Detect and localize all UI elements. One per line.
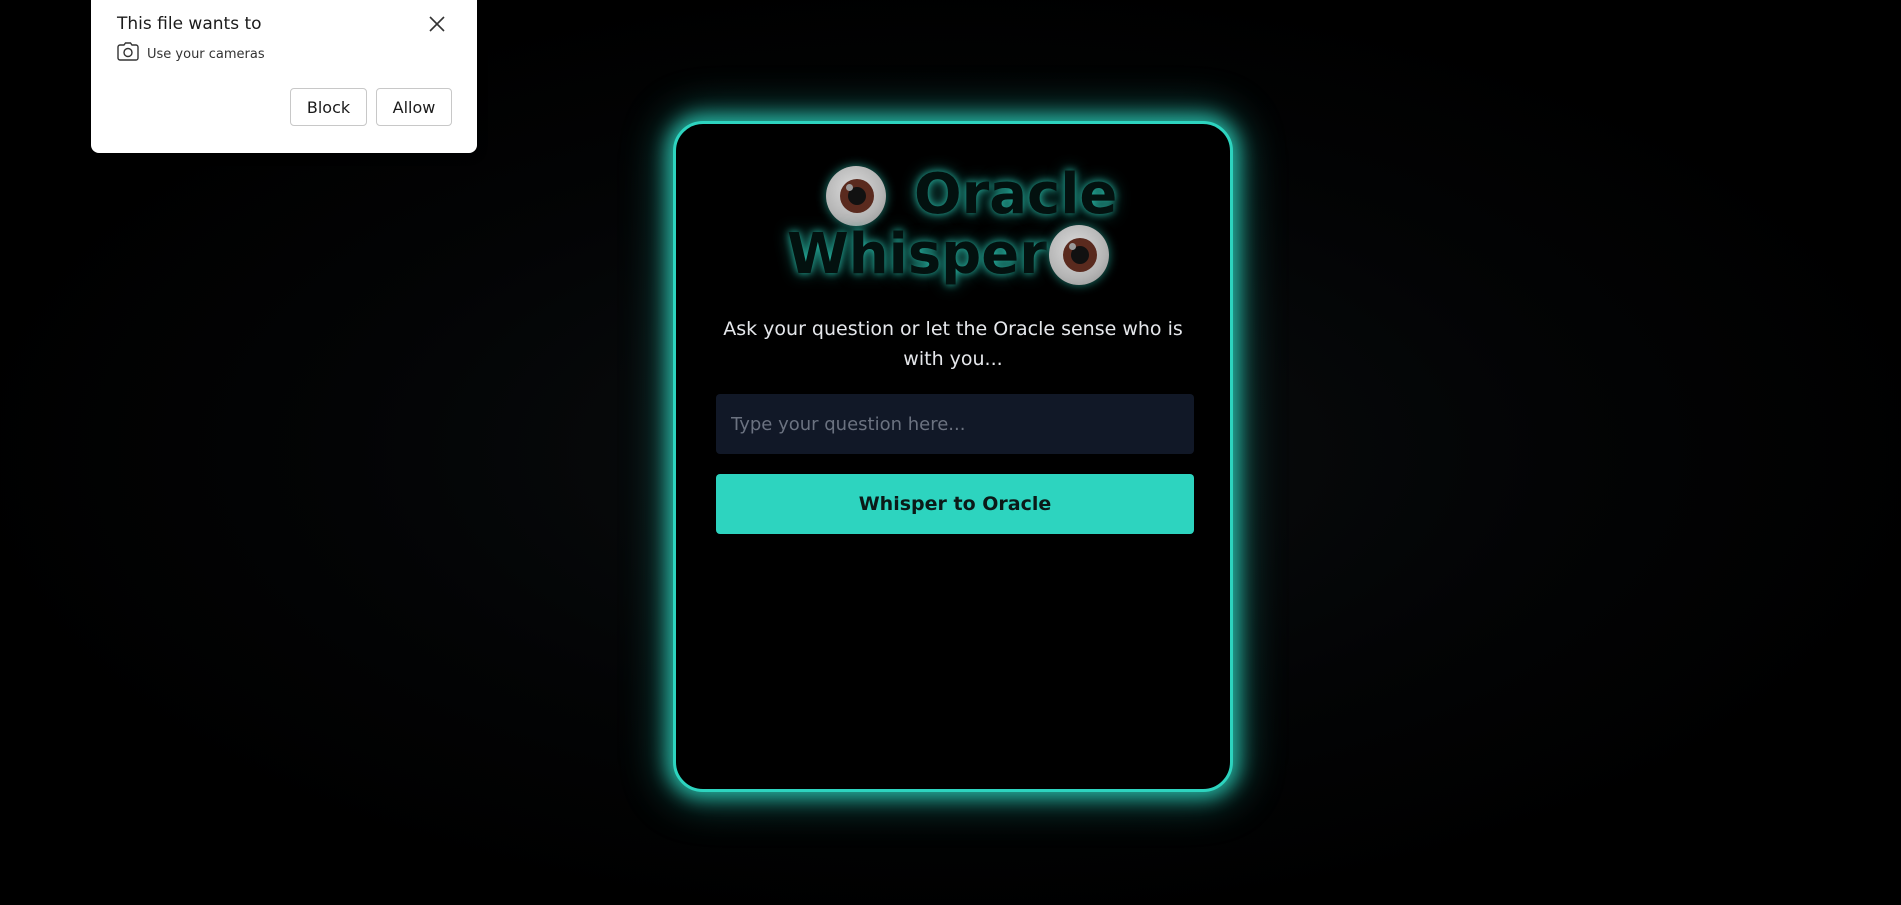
camera-icon <box>117 42 139 66</box>
title-line-whisper: Whisper <box>787 222 1047 287</box>
oracle-subtitle: Ask your question or let the Oracle sens… <box>723 318 1183 370</box>
oracle-card: Oracle Whisper Ask your question or let … <box>673 121 1233 792</box>
title-line-oracle: Oracle <box>914 162 1118 227</box>
block-button[interactable]: Block <box>290 88 367 126</box>
page: This file wants to Use your cameras Bloc… <box>0 0 1901 905</box>
close-icon[interactable] <box>425 12 449 36</box>
eye-icon <box>1049 225 1109 285</box>
permission-item-label: Use your cameras <box>147 46 265 62</box>
question-input[interactable] <box>716 394 1194 454</box>
permission-item-camera: Use your cameras <box>117 42 265 66</box>
permission-popup: This file wants to Use your cameras Bloc… <box>91 0 477 153</box>
whisper-button[interactable]: Whisper to Oracle <box>716 474 1194 534</box>
allow-button[interactable]: Allow <box>376 88 452 126</box>
permission-popup-title: This file wants to <box>117 14 262 34</box>
eye-icon <box>826 166 886 226</box>
oracle-title: Oracle Whisper <box>676 162 1230 292</box>
